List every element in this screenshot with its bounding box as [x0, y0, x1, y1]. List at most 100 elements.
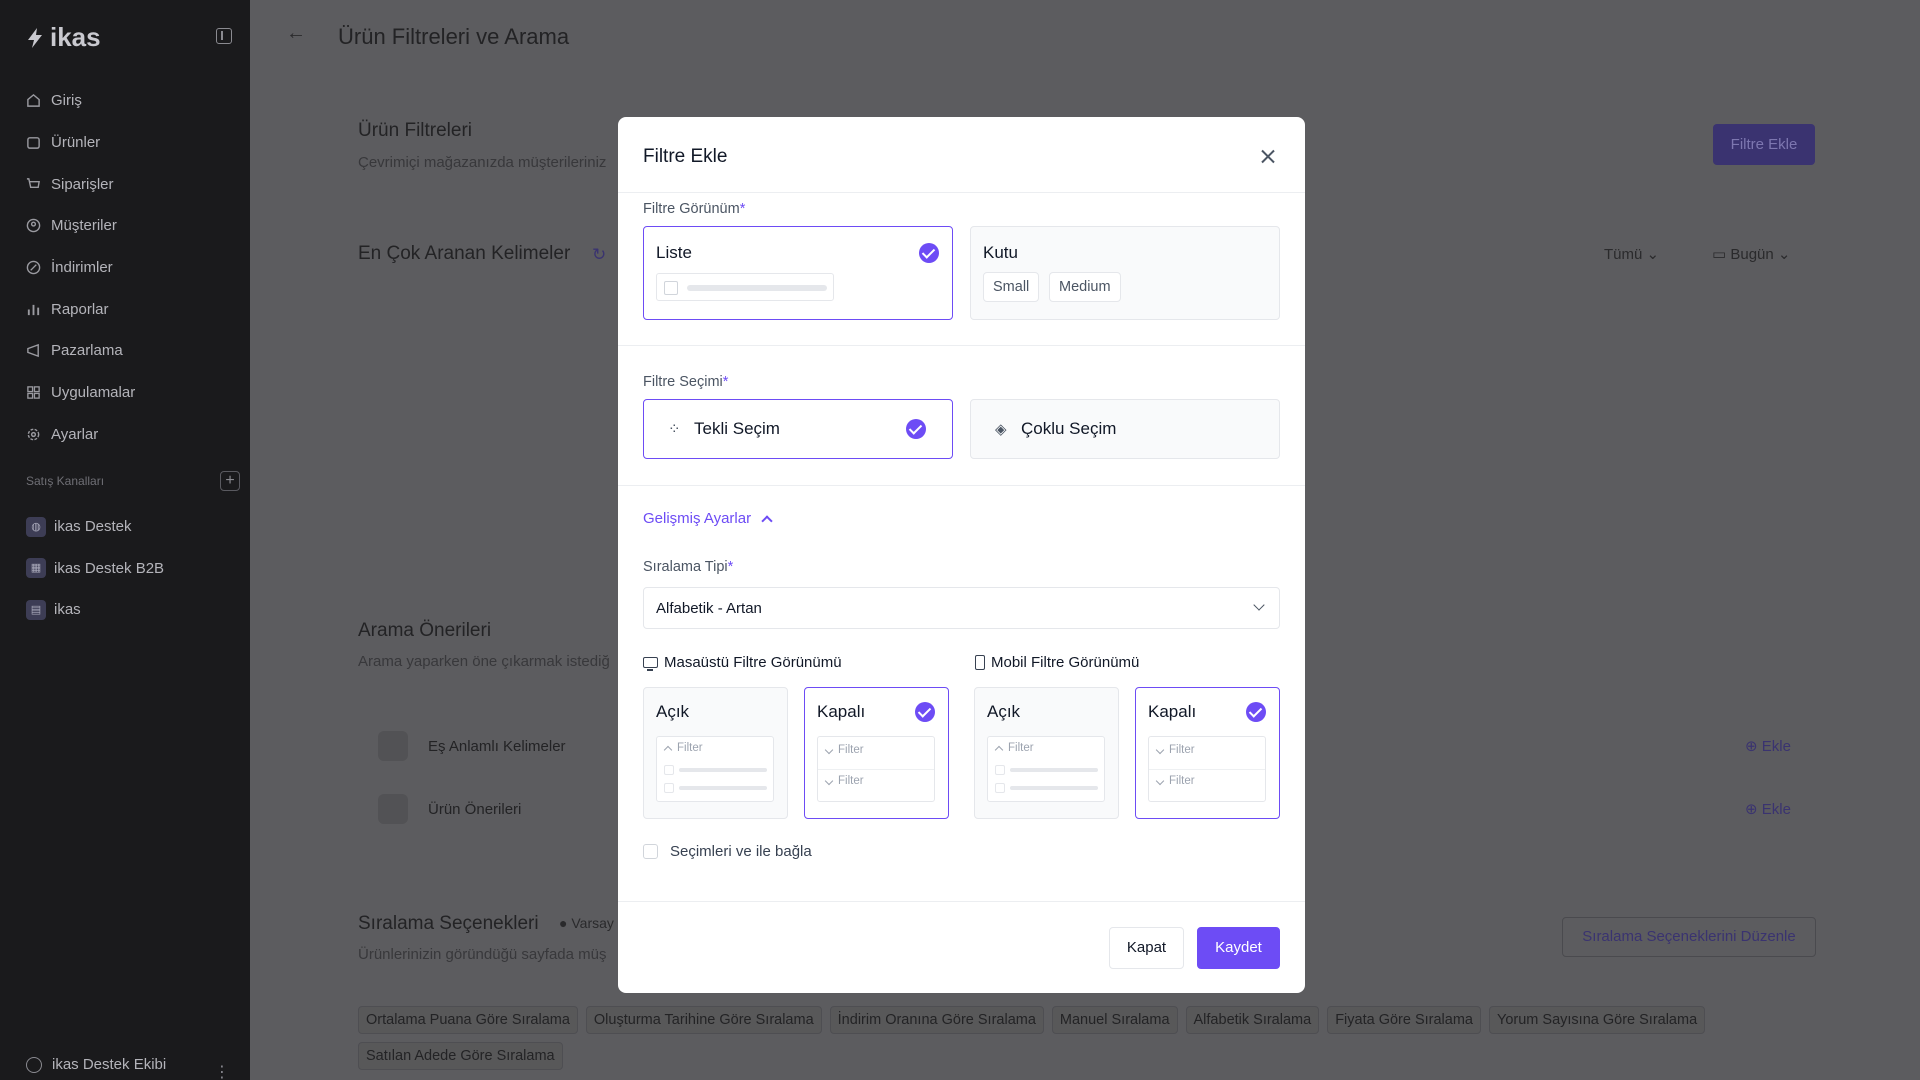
channel-item-ikas-destek[interactable]: ◍ ikas Destek [26, 506, 164, 548]
desktop-view-label: Masaüstü Filtre Görünümü [643, 654, 842, 671]
sidebar-item-label: Siparişler [51, 175, 114, 193]
channel-label: ikas Destek B2B [54, 559, 165, 577]
back-arrow-icon[interactable]: ← [286, 22, 306, 45]
suggestions-title: Arama Önerileri [358, 620, 492, 641]
default-badge-label: Varsay [571, 915, 614, 931]
check-icon [906, 419, 926, 439]
add-suggestion-button[interactable]: ⊕ Ekle [1745, 800, 1791, 818]
sidebar-item-pazarlama[interactable]: Pazarlama [26, 330, 236, 372]
add-label: Ekle [1761, 801, 1791, 818]
closed-title: Kapalı [1148, 702, 1197, 721]
open-preview: Filter [656, 736, 774, 802]
sort-chip: Alfabetik Sıralama [1185, 1006, 1320, 1034]
mobile-view-label: Mobil Filtre Görünümü [975, 654, 1139, 671]
bar-preview [687, 285, 827, 291]
sort-options-subtitle: Ürünlerinizin göründüğü sayfada müş [358, 946, 607, 963]
close-icon[interactable] [1256, 145, 1280, 169]
view-option-list[interactable]: Liste [643, 226, 953, 320]
sidebar-item-giris[interactable]: Giriş [26, 80, 236, 122]
sidebar-item-uygulamalar[interactable]: Uygulamalar [26, 372, 236, 414]
filter-view-label-text: Filtre Görünüm [643, 201, 740, 217]
filter-all-dropdown[interactable]: Tümü ⌄ [1604, 245, 1659, 263]
collapse-sidebar-icon[interactable] [216, 28, 232, 44]
view-option-box[interactable]: Kutu Small Medium [970, 226, 1280, 320]
sidebar: ikas Giriş Ürünler Siparişler Müşteriler… [0, 0, 250, 1080]
edit-sort-options-button[interactable]: Sıralama Seçeneklerini Düzenle [1562, 917, 1816, 957]
channel-item-ikas[interactable]: ▤ ikas [26, 589, 164, 631]
sidebar-item-musteriler[interactable]: Müşteriler [26, 205, 236, 247]
pos-icon: ▤ [26, 599, 46, 620]
desktop-closed-option[interactable]: Kapalı Filter Filter [804, 687, 949, 819]
check-icon [1246, 702, 1266, 722]
sidebar-item-label: Ayarlar [51, 425, 99, 443]
sidebar-item-indirimler[interactable]: İndirimler [26, 247, 236, 289]
size-small-chip: Small [983, 272, 1040, 302]
chevron-down-icon [1155, 776, 1165, 786]
suggestions-subtitle: Arama yaparken öne çıkarmak istediğ [358, 653, 610, 670]
sidebar-item-label: Giriş [51, 92, 82, 110]
mini-divider [818, 769, 934, 770]
sort-type-select[interactable]: Alfabetik - Artan [643, 587, 1280, 629]
add-synonym-button[interactable]: ⊕ Ekle [1745, 737, 1791, 755]
required-mark: * [739, 201, 746, 217]
sort-chip: Satılan Adede Göre Sıralama [358, 1042, 563, 1070]
mini-filter-label: Filter [1008, 742, 1034, 754]
sales-channels-title: Satış Kanalları [26, 474, 105, 488]
divider [618, 485, 1305, 486]
user-name: ikas Destek Ekibi [52, 1056, 167, 1073]
desktop-open-option[interactable]: Açık Filter [643, 687, 788, 819]
sort-options-title: Sıralama Seçenekleri [358, 913, 539, 934]
sidebar-item-label: Raporlar [51, 300, 109, 318]
add-channel-button[interactable]: + [220, 471, 240, 491]
box-icon [27, 137, 40, 149]
phone-icon [975, 655, 985, 670]
channel-item-ikas-destek-b2b[interactable]: ▦ ikas Destek B2B [26, 548, 164, 590]
mini-filter-label: Filter [1169, 775, 1195, 787]
save-button[interactable]: Kaydet [1197, 927, 1280, 969]
add-filter-modal: Filtre Ekle Filtre Görünüm* Liste Kutu S… [618, 117, 1305, 993]
selection-option-single[interactable]: ⁘ Tekli Seçim [643, 399, 953, 459]
filter-view-label: Filtre Görünüm* [643, 201, 745, 217]
mini-bar [1010, 768, 1098, 772]
sidebar-item-label: Müşteriler [51, 217, 117, 235]
product-suggestions-row[interactable]: Ürün Önerileri [378, 794, 521, 824]
sidebar-nav: Giriş Ürünler Siparişler Müşteriler İndi… [26, 80, 236, 455]
required-mark: * [727, 559, 734, 575]
grid-icon [27, 386, 40, 399]
filters-title: Ürün Filtreleri [358, 120, 473, 141]
sidebar-item-urunler[interactable]: Ürünler [26, 122, 236, 164]
chart-icon [27, 304, 40, 315]
connect-and-checkbox-row[interactable]: Seçimleri ve ile bağla [643, 843, 812, 860]
user-menu[interactable]: ikas Destek Ekibi [26, 1056, 166, 1073]
view-option-box-title: Kutu [983, 243, 1018, 262]
synonyms-row[interactable]: Eş Anlamlı Kelimeler [378, 731, 566, 761]
sidebar-item-label: İndirimler [51, 259, 113, 277]
advanced-settings-toggle[interactable]: Gelişmiş Ayarlar [643, 510, 773, 527]
connect-and-checkbox[interactable] [643, 844, 658, 859]
discount-icon [26, 260, 41, 275]
refresh-icon[interactable]: ↻ [592, 245, 606, 265]
mini-row: Filter [1155, 744, 1195, 756]
more-icon[interactable]: ⋮ [214, 1062, 230, 1080]
ikas-logo[interactable]: ikas [24, 22, 101, 53]
check-icon [919, 243, 939, 263]
sidebar-item-ayarlar[interactable]: Ayarlar [26, 414, 236, 456]
page-title: Ürün Filtreleri ve Arama [338, 24, 570, 49]
mobile-open-option[interactable]: Açık Filter [974, 687, 1119, 819]
closed-preview: Filter Filter [1148, 736, 1266, 802]
channel-label: ikas [54, 601, 81, 619]
sidebar-item-siparisler[interactable]: Siparişler [26, 163, 236, 205]
desktop-view-label-text: Masaüstü Filtre Görünümü [664, 654, 842, 671]
mini-checkbox [995, 765, 1005, 775]
chevron-down-icon: ⌄ [1777, 246, 1791, 263]
add-filter-button[interactable]: Filtre Ekle [1713, 124, 1815, 165]
channel-label: ikas Destek [54, 518, 132, 536]
mobile-closed-option[interactable]: Kapalı Filter Filter [1135, 687, 1280, 819]
mini-row: Filter [994, 742, 1034, 755]
chevron-up-icon [761, 514, 773, 527]
close-button[interactable]: Kapat [1109, 927, 1184, 969]
selection-option-multi[interactable]: ◈ Çoklu Seçim [970, 399, 1280, 459]
row-label: Eş Anlamlı Kelimeler [428, 737, 566, 755]
sidebar-item-raporlar[interactable]: Raporlar [26, 288, 236, 330]
date-dropdown[interactable]: ▭ Bugün ⌄ [1712, 245, 1790, 263]
